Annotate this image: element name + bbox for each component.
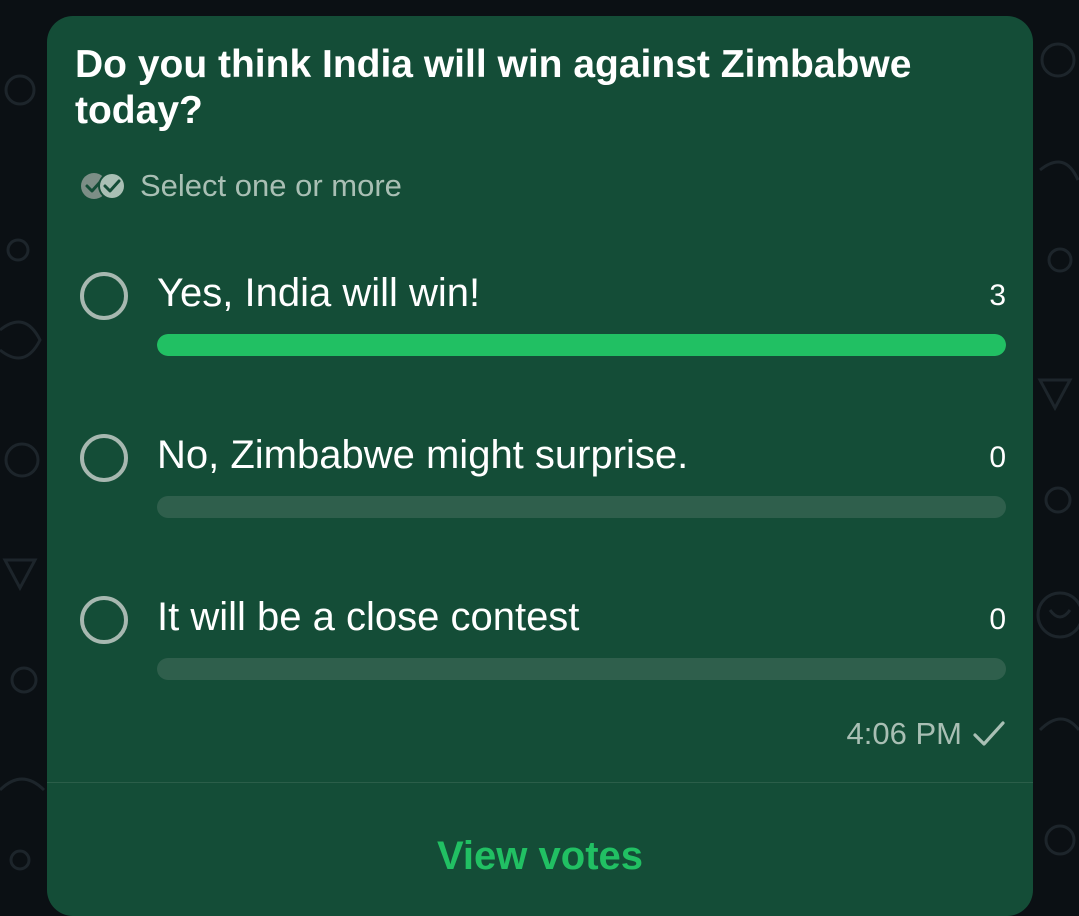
option-progress-track <box>157 334 1006 356</box>
single-check-icon <box>973 721 1005 746</box>
option-label: Yes, India will win! <box>157 271 481 315</box>
poll-option[interactable]: No, Zimbabwe might surprise. 0 <box>47 430 1033 560</box>
option-radio[interactable] <box>80 596 128 644</box>
bubble-divider <box>47 782 1033 783</box>
option-progress-track <box>157 658 1006 680</box>
poll-question: Do you think India will win against Zimb… <box>75 43 912 132</box>
option-progress-track <box>157 496 1006 518</box>
poll-option[interactable]: It will be a close contest 0 <box>47 592 1033 722</box>
message-meta: 4:06 PM <box>847 716 1006 752</box>
poll-hint: Select one or more <box>79 166 402 206</box>
option-vote-count: 0 <box>989 441 1006 474</box>
message-timestamp: 4:06 PM <box>846 716 962 751</box>
view-votes-button[interactable]: View votes <box>47 826 1033 886</box>
double-check-circles-icon <box>81 172 126 200</box>
poll-hint-text: Select one or more <box>140 168 402 203</box>
poll-option[interactable]: Yes, India will win! 3 <box>47 268 1033 398</box>
option-label: No, Zimbabwe might surprise. <box>157 433 689 477</box>
option-progress-fill <box>157 334 1006 356</box>
poll-message-bubble: Do you think India will win against Zimb… <box>47 16 1033 916</box>
option-vote-count: 0 <box>989 603 1006 636</box>
option-radio[interactable] <box>80 272 128 320</box>
option-vote-count: 3 <box>989 279 1006 312</box>
option-label: It will be a close contest <box>157 595 580 639</box>
option-radio[interactable] <box>80 434 128 482</box>
